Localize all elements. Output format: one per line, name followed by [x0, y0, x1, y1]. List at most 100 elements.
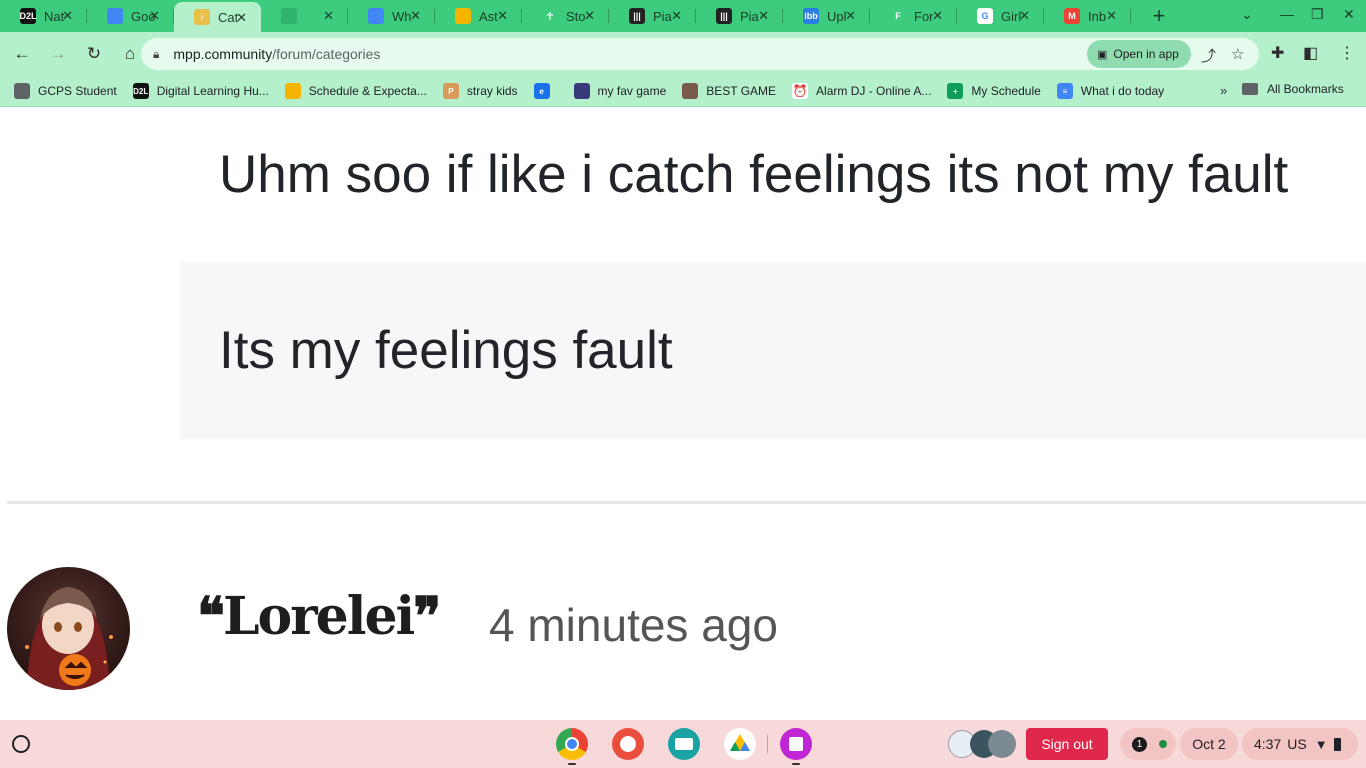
google-sheets-icon: + [947, 83, 964, 99]
bookmark-label: stray kids [466, 84, 518, 98]
share-icon[interactable]: ⤴ [1201, 45, 1216, 66]
user-avatar[interactable] [7, 567, 130, 690]
back-icon[interactable]: ← [6, 38, 38, 70]
canvas-app-icon[interactable] [612, 728, 644, 760]
sign-out-button[interactable]: Sign out [1026, 728, 1108, 760]
google-docs-icon [107, 8, 123, 24]
bookmark-label: Alarm DJ - Online A... [816, 84, 932, 98]
bookmark-item[interactable]: my fav game [573, 83, 666, 99]
extensions-icon[interactable]: ✚ [1271, 43, 1284, 63]
battery-icon [1333, 737, 1341, 751]
minimize-icon[interactable]: — [1280, 6, 1294, 22]
google-slides-icon [455, 8, 471, 24]
bookmark-item[interactable]: ≡ What i do today [1056, 83, 1165, 99]
google-docs-icon: ≡ [1056, 83, 1073, 99]
tote-thumbnails[interactable] [948, 728, 1016, 760]
close-tab-icon[interactable]: ✕ [1106, 8, 1117, 24]
url-text[interactable]: mpp.community/forum/categories [173, 46, 380, 62]
forward-icon[interactable]: → [42, 38, 74, 70]
notification-tray[interactable]: 1 [1120, 728, 1176, 760]
ibb-icon: ibb [803, 8, 819, 24]
browser-tab[interactable]: D2L Nat ✕ [0, 0, 87, 32]
bookmark-label: Digital Learning Hu... [156, 84, 269, 98]
browser-tab[interactable]: ||| Pia ✕ [696, 0, 783, 32]
all-bookmarks-label: All Bookmarks [1267, 82, 1344, 96]
classroom-app-icon[interactable] [668, 728, 700, 760]
close-tab-icon[interactable]: ✕ [62, 8, 73, 24]
close-tab-icon[interactable]: ✕ [236, 10, 247, 26]
google-slides-icon [284, 83, 301, 99]
browser-tab[interactable]: ♪ Cat ✕ [174, 2, 261, 32]
tab-search-icon[interactable]: ⌄ [1241, 6, 1253, 23]
reload-icon[interactable]: ↻ [78, 38, 110, 70]
bookmark-item[interactable]: GCPS Student [14, 83, 117, 99]
bookmark-item[interactable]: D2L Digital Learning Hu... [132, 83, 269, 99]
side-panel-icon[interactable]: ◧ [1303, 43, 1318, 63]
bookmark-item[interactable]: e [533, 83, 558, 99]
browser-tab[interactable]: ||| Pia ✕ [609, 0, 696, 32]
url-path: /forum/categories [272, 46, 381, 62]
close-tab-icon[interactable]: ✕ [323, 8, 334, 24]
close-tab-icon[interactable]: ✕ [932, 8, 943, 24]
close-window-icon[interactable]: ✕ [1343, 6, 1355, 23]
browser-tab[interactable]: ☥ Sto ✕ [522, 0, 609, 32]
alarm-clock-icon: ⏰ [792, 83, 809, 99]
system-shelf: Sign out 1 Oct 2 4:37 US ▼ [0, 720, 1366, 768]
bookmark-item[interactable]: + My Schedule [947, 83, 1041, 99]
all-bookmarks-button[interactable]: All Bookmarks [1242, 82, 1344, 96]
status-tray[interactable]: 4:37 US ▼ [1242, 728, 1358, 760]
browser-tab[interactable]: Ast ✕ [435, 0, 522, 32]
bookmark-item[interactable]: Pstray kids [442, 83, 518, 99]
close-tab-icon[interactable]: ✕ [584, 8, 595, 24]
close-tab-icon[interactable]: ✕ [671, 8, 682, 24]
close-tab-icon[interactable]: ✕ [845, 8, 856, 24]
more-bookmarks-icon[interactable]: » [1220, 83, 1227, 98]
close-tab-icon[interactable]: ✕ [1019, 8, 1030, 24]
close-tab-icon[interactable]: ✕ [758, 8, 769, 24]
shelf-separator [767, 735, 768, 753]
browser-tab[interactable]: G Girl ✕ [957, 0, 1044, 32]
new-tab-button[interactable]: + [1145, 3, 1173, 29]
open-in-app-label: Open in app [1113, 47, 1179, 61]
game-icon [573, 83, 590, 99]
status-dot-icon [1159, 740, 1167, 748]
bookmark-item[interactable]: Schedule & Expecta... [284, 83, 427, 99]
post-timestamp: 4 minutes ago [489, 599, 778, 651]
browser-tab[interactable]: Goo ✕ [87, 0, 174, 32]
forum-page: Uhm soo if like i catch feelings its not… [0, 108, 1366, 720]
open-in-app-button[interactable]: ▣ Open in app [1087, 40, 1191, 68]
browser-tab[interactable]: M Inb ✕ [1044, 0, 1131, 32]
browser-tab[interactable]: ibb Upl ✕ [783, 0, 870, 32]
drive-app-icon[interactable] [724, 728, 756, 760]
bookmark-star-icon[interactable]: ☆ [1231, 45, 1244, 63]
bookmark-item[interactable]: ⏰ Alarm DJ - Online A... [792, 83, 931, 99]
address-bar[interactable]: 🔒︎ mpp.community/forum/categories ▣ Open… [141, 38, 1259, 70]
browser-tab[interactable]: ✕ [261, 0, 348, 32]
post-divider [7, 501, 1366, 504]
bookmark-label: My Schedule [971, 84, 1041, 98]
post-text-line: Uhm soo if like i catch feelings its not… [219, 145, 1289, 204]
browser-tab[interactable]: F For ✕ [870, 0, 957, 32]
chrome-app-icon[interactable] [556, 728, 588, 760]
restore-icon[interactable]: ❐ [1311, 6, 1324, 23]
piano-icon: ||| [716, 8, 732, 24]
bookmark-label: What i do today [1080, 84, 1165, 98]
bookmark-item[interactable]: BEST GAME [682, 83, 776, 99]
notification-count-badge: 1 [1132, 736, 1147, 752]
post-username[interactable]: ❝Lorelei❞ [197, 586, 441, 647]
launcher-icon[interactable] [12, 735, 30, 753]
menu-icon[interactable]: ⋮ [1339, 43, 1355, 63]
date-tray[interactable]: Oct 2 [1180, 728, 1238, 760]
browser-tab[interactable]: Wh ✕ [348, 0, 435, 32]
date-label: Oct 2 [1192, 736, 1226, 752]
app-icon: ▣ [1097, 48, 1108, 61]
wifi-icon: ▼ [1314, 736, 1328, 752]
close-tab-icon[interactable]: ✕ [410, 8, 421, 24]
close-tab-icon[interactable]: ✕ [497, 8, 508, 24]
close-tab-icon[interactable]: ✕ [149, 8, 160, 24]
browser-toolbar: ← → ↻ ⌂ 🔒︎ mpp.community/forum/categorie… [0, 32, 1366, 76]
google-icon: G [977, 8, 993, 24]
gmail-icon: M [1064, 8, 1080, 24]
clock-label: 4:37 [1254, 736, 1282, 752]
notes-app-icon[interactable] [780, 728, 812, 760]
